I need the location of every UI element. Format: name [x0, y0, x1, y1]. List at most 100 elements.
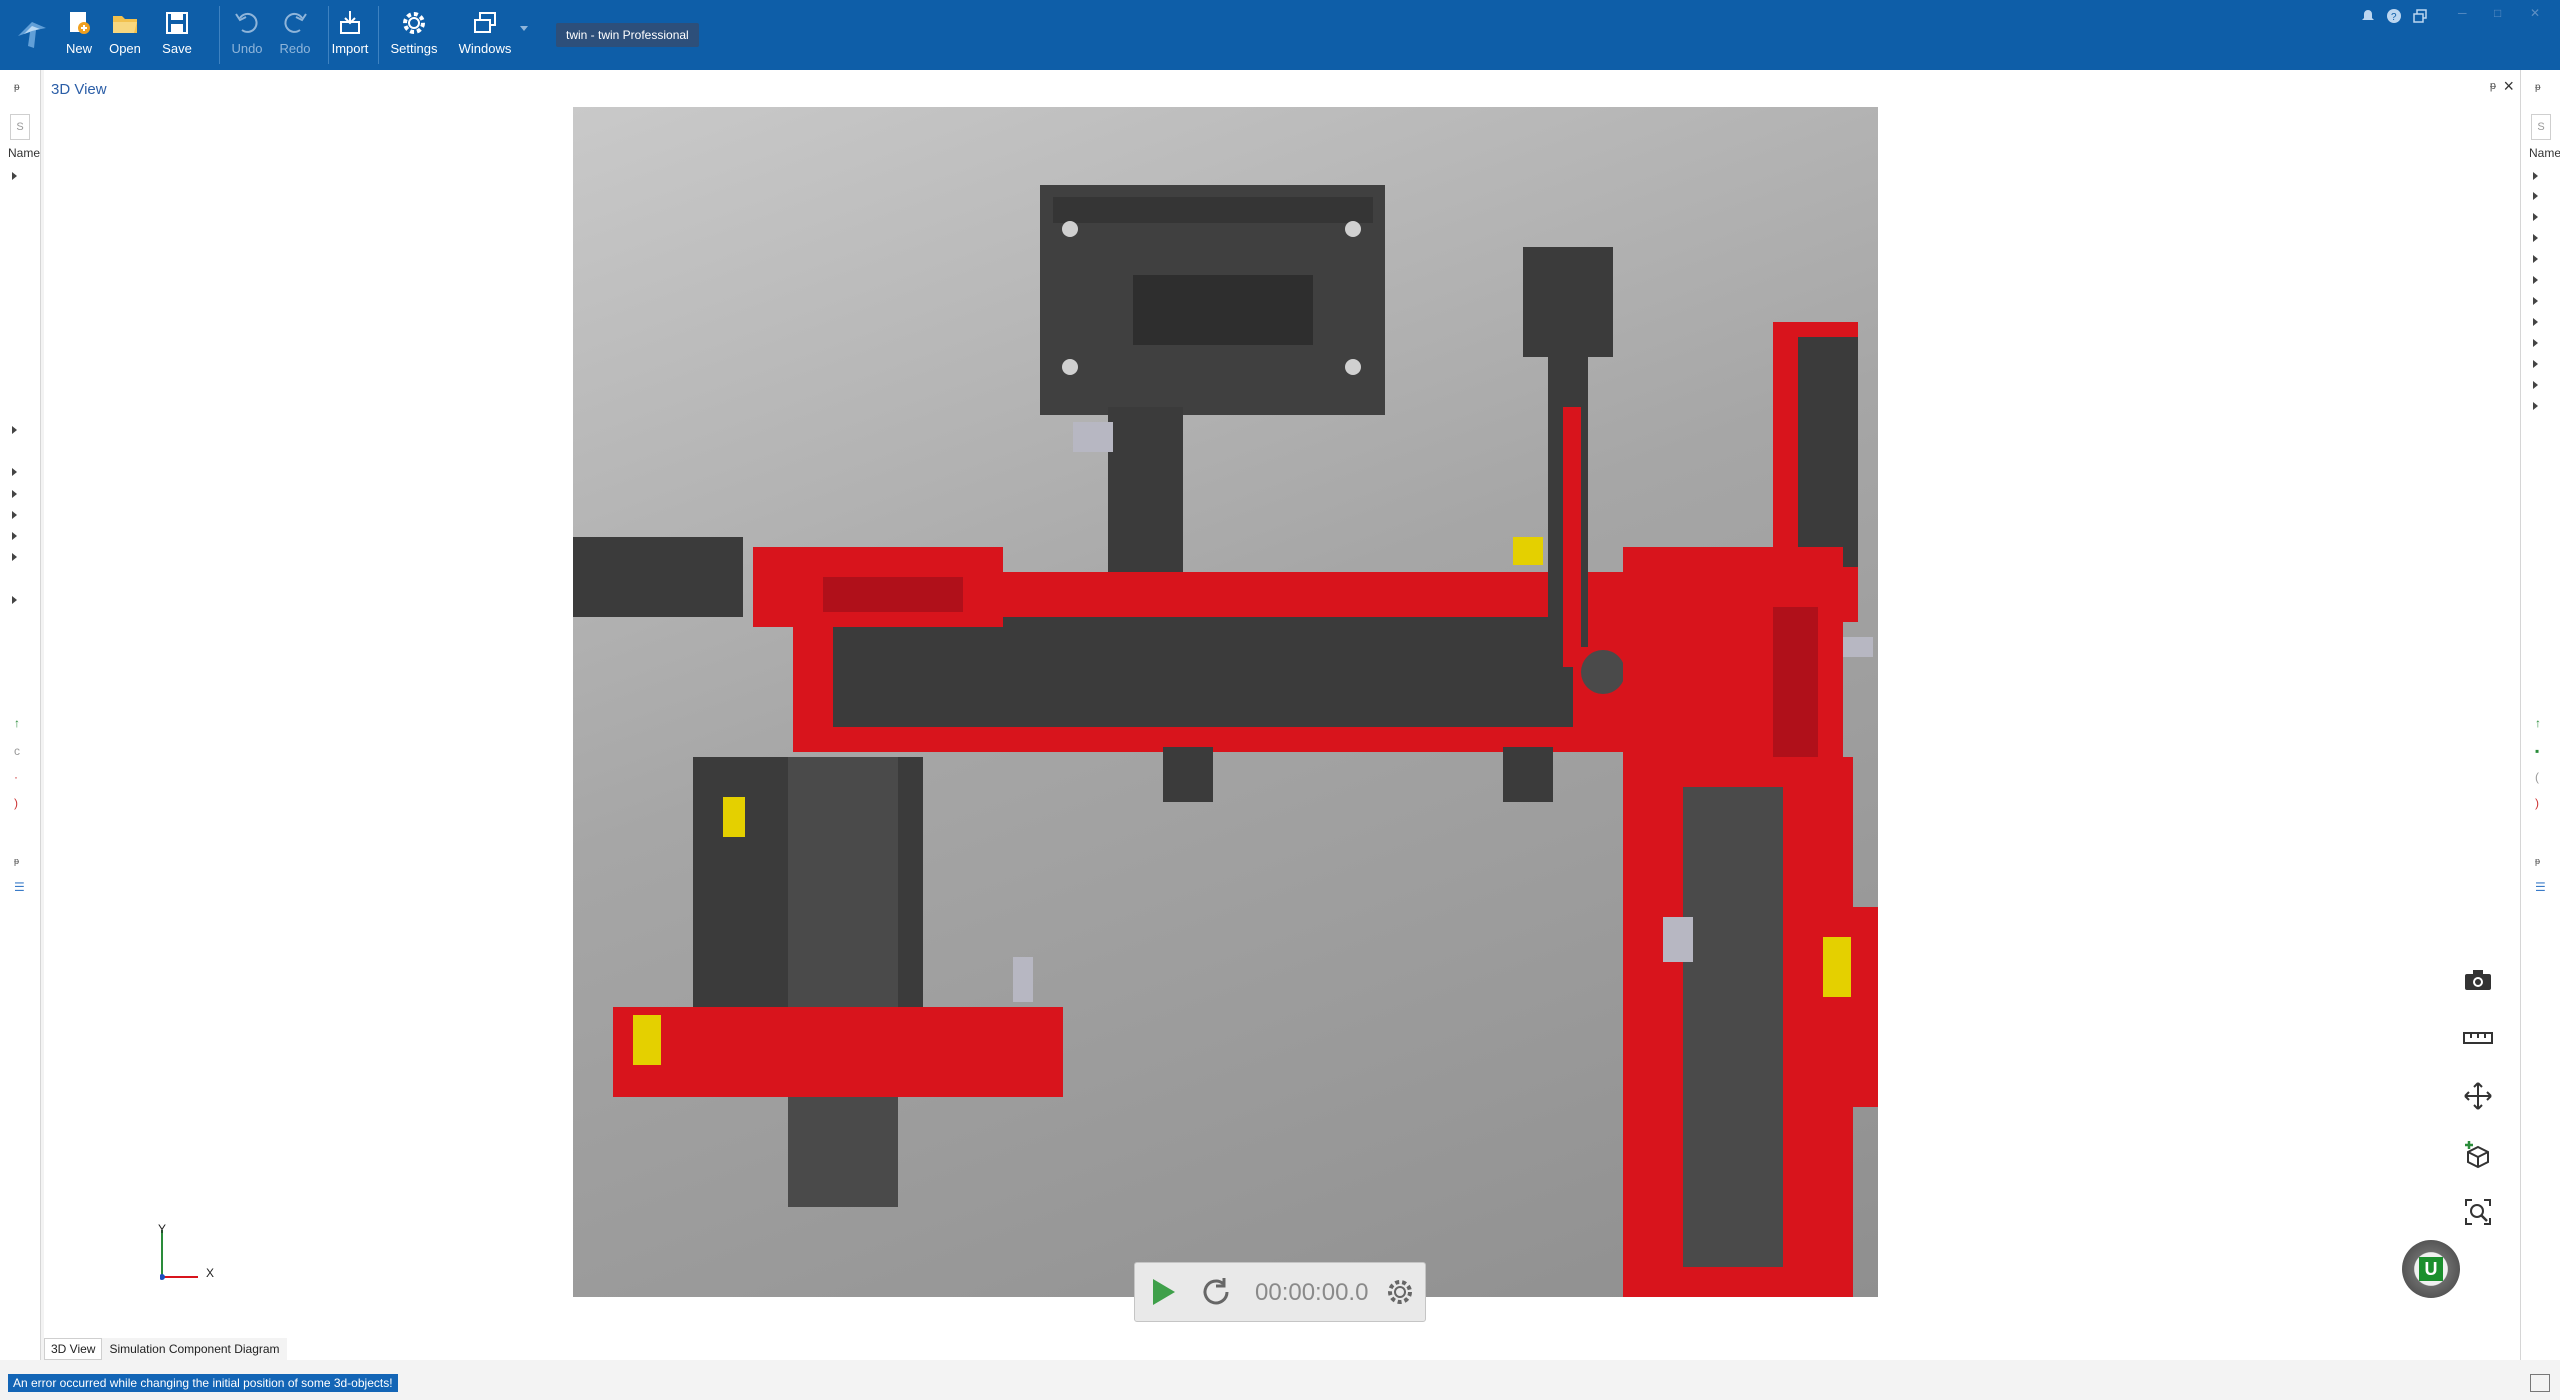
new-button[interactable]: New — [64, 8, 94, 62]
tool-icon[interactable]: ) — [14, 796, 18, 810]
screw-icon — [1062, 221, 1078, 237]
pin-icon[interactable]: ᵽ — [14, 856, 19, 866]
status-panel-icon[interactable] — [2530, 1374, 2550, 1392]
expand-arrow-icon[interactable] — [2533, 339, 2538, 347]
window-switch-icon[interactable] — [2412, 8, 2428, 24]
ribbon-separator — [328, 6, 329, 64]
pin-icon[interactable]: ᵽ — [2535, 82, 2541, 93]
add-object-icon[interactable] — [2458, 1134, 2498, 1174]
view-tools — [2458, 960, 2498, 1250]
close-window-icon[interactable]: ✕ — [2530, 6, 2544, 20]
left-scrollbar[interactable] — [28, 166, 36, 1396]
simulation-timer: 00:00:00.0 — [1255, 1279, 1369, 1306]
expand-arrow-icon[interactable] — [12, 172, 17, 180]
reset-icon[interactable] — [1199, 1275, 1233, 1309]
open-button[interactable]: Open — [108, 8, 142, 62]
axis-x-label: X — [206, 1266, 215, 1280]
windows-button[interactable]: Windows — [458, 8, 512, 62]
tool-icon[interactable]: ) — [2535, 796, 2539, 810]
expand-arrow-icon[interactable] — [2533, 276, 2538, 284]
expand-arrow-icon[interactable] — [2533, 172, 2538, 180]
expand-arrow-icon[interactable] — [12, 490, 17, 498]
simulation-control-bar: 00:00:00.0 — [1134, 1262, 1426, 1322]
notification-bell-icon[interactable] — [2360, 8, 2376, 24]
help-icon[interactable]: ? — [2386, 8, 2402, 24]
status-error-message: An error occurred while changing the ini… — [8, 1374, 398, 1392]
3d-viewport[interactable] — [573, 107, 1878, 1297]
measure-ruler-icon[interactable] — [2458, 1018, 2498, 1058]
tool-icon[interactable]: ( — [2535, 770, 2539, 784]
new-file-icon — [70, 12, 90, 34]
user-badge-letter: U — [2419, 1257, 2443, 1281]
right-scrollbar[interactable] — [2549, 166, 2557, 1396]
user-badge[interactable]: U — [2402, 1240, 2460, 1298]
move-arrows-icon[interactable] — [2458, 1076, 2498, 1116]
redo-button[interactable]: Redo — [278, 8, 312, 62]
tool-icon[interactable]: ▪ — [2535, 744, 2539, 758]
redo-icon — [284, 12, 307, 33]
gear-icon — [403, 12, 425, 34]
list-view-icon[interactable]: ☰ — [14, 880, 25, 894]
expand-arrow-icon[interactable] — [2533, 255, 2538, 263]
tool-icon[interactable]: · — [14, 770, 18, 784]
expand-arrow-icon[interactable] — [12, 468, 17, 476]
expand-arrow-icon[interactable] — [12, 596, 17, 604]
import-button-label: Import — [331, 41, 369, 56]
simulation-settings-icon[interactable] — [1385, 1277, 1415, 1307]
tool-icon[interactable]: c — [14, 744, 20, 758]
chevron-down-icon[interactable] — [520, 26, 528, 31]
screw-icon — [1345, 221, 1361, 237]
new-button-label: New — [65, 41, 92, 56]
right-search-box[interactable]: S — [2531, 114, 2551, 140]
camera-icon[interactable] — [2458, 960, 2498, 1000]
undo-button[interactable]: Undo — [230, 8, 264, 62]
expand-arrow-icon[interactable] — [2533, 213, 2538, 221]
tool-up-arrow-icon[interactable]: ↑ — [14, 716, 20, 730]
save-button[interactable]: Save — [160, 8, 194, 62]
pin-icon[interactable]: ᵽ — [2490, 80, 2496, 92]
folder-open-icon — [113, 16, 137, 33]
expand-arrow-icon[interactable] — [2533, 234, 2538, 242]
expand-arrow-icon[interactable] — [2533, 318, 2538, 326]
expand-arrow-icon[interactable] — [12, 553, 17, 561]
expand-arrow-icon[interactable] — [12, 426, 17, 434]
tool-up-arrow-icon[interactable]: ↑ — [2535, 716, 2541, 730]
bottom-tabs: 3D View Simulation Component Diagram — [44, 1338, 287, 1360]
undo-button-label: Undo — [231, 41, 263, 56]
left-collapsed-panel: ᵽ S Name ↑ c · ) ᵽ ☰ — [0, 70, 41, 1360]
undo-icon — [235, 12, 258, 33]
expand-arrow-icon[interactable] — [2533, 381, 2538, 389]
app-logo-icon[interactable] — [14, 16, 50, 52]
axis-y-label: Y — [158, 1222, 167, 1236]
expand-arrow-icon[interactable] — [12, 511, 17, 519]
expand-arrow-icon[interactable] — [12, 532, 17, 540]
list-view-icon[interactable]: ☰ — [2535, 880, 2546, 894]
right-collapsed-panel: ᵽ S Name ↑ ▪ ( ) ᵽ ☰ — [2520, 70, 2560, 1360]
expand-arrow-icon[interactable] — [2533, 192, 2538, 200]
3d-view-panel: 3D View ᵽ × Y X 00:00:00.0 U — [44, 70, 2520, 1360]
pin-icon[interactable]: ᵽ — [2535, 856, 2540, 866]
axis-triad — [160, 1230, 198, 1280]
expand-arrow-icon[interactable] — [2533, 402, 2538, 410]
left-search-box[interactable]: S — [10, 114, 30, 140]
screw-icon — [1345, 359, 1361, 375]
status-bar: An error occurred while changing the ini… — [0, 1362, 2560, 1400]
ribbon-toolbar: New Open Save Undo Redo Import Settings … — [0, 0, 2560, 70]
ribbon-separator — [219, 6, 220, 64]
import-button[interactable]: Import — [330, 8, 370, 62]
screw-icon — [1062, 359, 1078, 375]
minimize-icon[interactable]: ─ — [2458, 6, 2472, 20]
settings-button[interactable]: Settings — [390, 8, 438, 62]
windows-icon — [474, 12, 496, 33]
expand-arrow-icon[interactable] — [2533, 360, 2538, 368]
zoom-fit-icon[interactable] — [2458, 1192, 2498, 1232]
maximize-icon[interactable]: □ — [2494, 6, 2508, 20]
pin-icon[interactable]: ᵽ — [14, 82, 20, 93]
expand-arrow-icon[interactable] — [2533, 297, 2538, 305]
save-button-label: Save — [162, 41, 192, 56]
play-icon[interactable] — [1149, 1277, 1177, 1307]
close-view-icon[interactable]: × — [2503, 76, 2514, 97]
tab-simulation-component-diagram[interactable]: Simulation Component Diagram — [102, 1338, 287, 1360]
tab-3d-view[interactable]: 3D View — [44, 1338, 103, 1360]
save-disk-icon — [166, 12, 188, 34]
